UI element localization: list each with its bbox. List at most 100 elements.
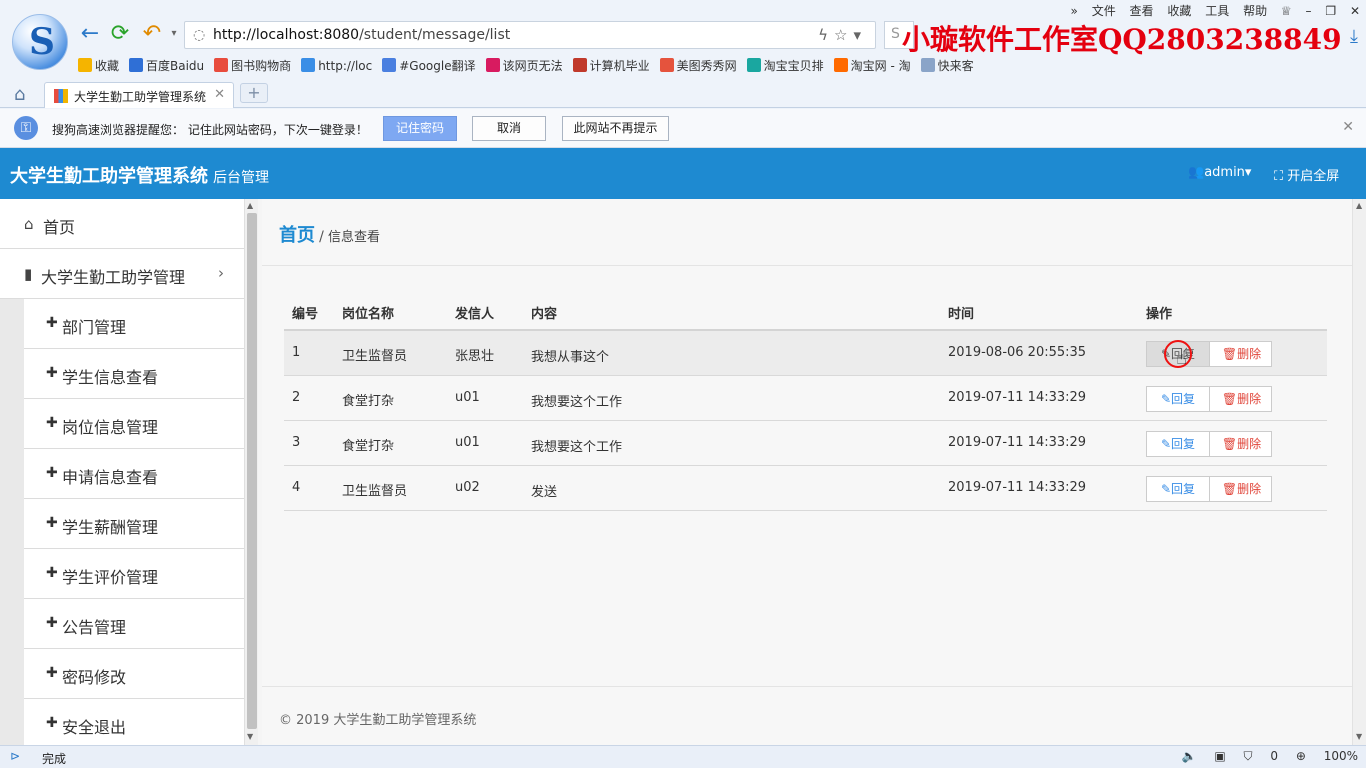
menu-file[interactable]: 文件 <box>1092 4 1116 18</box>
address-tools-icons[interactable]: ϟ☆▾ <box>818 26 867 44</box>
download-icon[interactable]: ⤓ <box>1350 26 1358 47</box>
reply-label: 回复 <box>1171 392 1196 406</box>
skin-icon[interactable]: ♕ <box>1281 4 1292 18</box>
cell-job: 卫生监督员 <box>342 484 408 499</box>
scroll-down-icon[interactable]: ▼ <box>1356 732 1362 741</box>
menu-favorites[interactable]: 收藏 <box>1167 4 1191 18</box>
undo-icon[interactable]: ↶ <box>140 22 164 46</box>
table-row: 1 卫生监督员 张思壮 我想从事这个 2019-08-06 20:55:35 ✎回复 🗑删除… <box>284 331 1327 376</box>
sidebar-subitem[interactable]: ✚ 公告管理 <box>24 599 244 649</box>
sidebar-subitem[interactable]: ✚ 部门管理 <box>24 299 244 349</box>
sogou-logo-icon[interactable]: S <box>12 14 68 70</box>
never-remind-button[interactable]: 此网站不再提示 <box>562 116 669 141</box>
table-header: 编号 岗位名称 发信人 内容 时间 操作 <box>284 296 1327 331</box>
bookmark-icon <box>572 58 587 72</box>
sidebar-subitem[interactable]: ✚ 学生薪酬管理 <box>24 499 244 549</box>
delete-button[interactable]: 🗑删除 <box>1211 477 1272 501</box>
scroll-down-icon[interactable]: ▼ <box>247 732 253 741</box>
address-bar[interactable]: ◌ http://localhost:8080/student/message/… <box>184 21 876 49</box>
puzzle-icon: ✚ <box>46 715 58 731</box>
tab-active[interactable]: 大学生勤工助学管理系统 ✕ <box>44 82 234 108</box>
reply-button[interactable]: ✎回复 <box>1147 432 1210 456</box>
delete-button[interactable]: 🗑删除 <box>1211 342 1272 366</box>
chevron-right-icon: › <box>218 264 224 282</box>
adblock-icon[interactable]: ⛉ 0 <box>1244 749 1278 763</box>
new-tab-button[interactable]: + <box>240 83 268 103</box>
footer-divider <box>262 686 1352 687</box>
status-right: 🔈 ▣ ⛉ 0 ⊕ 100% <box>1168 749 1358 764</box>
home-icon[interactable]: ⌂ <box>14 84 25 105</box>
page-scrollbar[interactable]: ▲ ▼ <box>1352 199 1366 745</box>
chevron-down-icon[interactable]: ▾ <box>162 22 186 46</box>
menu-more[interactable]: » <box>1071 4 1078 18</box>
hand-cursor-icon: ☝ <box>1176 348 1187 369</box>
reply-button[interactable]: ✎回复 <box>1147 477 1210 501</box>
restore-icon[interactable]: ❐ <box>1325 4 1336 18</box>
minimize-icon[interactable]: – <box>1306 4 1312 18</box>
bookmark-label: 快来客 <box>937 59 974 73</box>
close-window-icon[interactable]: ✕ <box>1350 4 1360 18</box>
bookmark-item[interactable]: 美图秀秀网 <box>659 57 737 74</box>
cell-time: 2019-07-11 14:33:29 <box>948 435 1087 450</box>
sidebar-subitem[interactable]: ✚ 密码修改 <box>24 649 244 699</box>
delete-button[interactable]: 🗑删除 <box>1211 387 1272 411</box>
bookmark-item[interactable]: 收藏 <box>78 57 119 74</box>
bookmark-item[interactable]: 百度Baidu <box>129 57 204 74</box>
message-table: 编号 岗位名称 发信人 内容 时间 操作 1 卫生监督员 张思壮 我想从事这个 2019… <box>284 296 1327 511</box>
menu-help[interactable]: 帮助 <box>1243 4 1267 18</box>
refresh-icon[interactable]: ⟳ <box>108 22 132 46</box>
trash-icon: 🗑 <box>1221 392 1238 406</box>
sidebar-group-management[interactable]: ▮ 大学生勤工助学管理 › <box>0 249 244 299</box>
bookmark-item[interactable]: 计算机毕业 <box>572 57 650 74</box>
close-notify-icon[interactable]: ✕ <box>1342 119 1354 135</box>
scroll-thumb[interactable] <box>247 213 257 729</box>
zoom-control[interactable]: ⊕ 100% <box>1296 749 1358 763</box>
browser-menu: » 文件 查看 收藏 工具 帮助 ♕ – ❐ ✕ <box>1061 2 1360 19</box>
cell-sender: u01 <box>455 435 480 450</box>
sidebar-subitem[interactable]: ✚ 学生评价管理 <box>24 549 244 599</box>
user-name: admin <box>1204 165 1245 180</box>
bookmark-item[interactable]: http://loc <box>301 58 372 73</box>
address-url[interactable]: http://localhost:8080/student/message/li… <box>213 27 510 43</box>
bookmark-item[interactable]: 该网页无法 <box>485 57 563 74</box>
bookmark-item[interactable]: #Google翻译 <box>382 57 476 74</box>
sidebar-scrollbar[interactable]: ▲ ▼ <box>244 199 258 745</box>
tab-close-icon[interactable]: ✕ <box>214 87 225 102</box>
volume-icon[interactable]: 🔈 <box>1182 749 1197 763</box>
sidebar-item-home[interactable]: ⌂ 首页 <box>0 199 244 249</box>
reply-button[interactable]: ✎回复 <box>1147 387 1210 411</box>
delete-button[interactable]: 🗑删除 <box>1211 432 1272 456</box>
sidebar-subitem[interactable]: ✚ 学生信息查看 <box>24 349 244 399</box>
security-shield-icon: ◌ <box>193 27 206 43</box>
sidebar-toggle-icon[interactable]: ⊳ <box>10 749 20 763</box>
sidebar-subitem[interactable]: ✚ 申请信息查看 <box>24 449 244 499</box>
sidebar-item-label: 首页 <box>43 218 76 237</box>
bookmark-item[interactable]: 淘宝宝贝排 <box>746 57 824 74</box>
remember-password-button[interactable]: 记住密码 <box>383 116 457 141</box>
screenshot-icon[interactable]: ▣ <box>1214 749 1225 763</box>
scroll-up-icon[interactable]: ▲ <box>247 201 253 210</box>
cancel-button[interactable]: 取消 <box>472 116 546 141</box>
app-subtitle: 后台管理 <box>213 170 269 186</box>
bookmark-item[interactable]: 淘宝网 - 淘 <box>833 57 911 74</box>
bookmark-item[interactable]: 图书购物商 <box>214 57 291 74</box>
bookmark-label: http://loc <box>318 59 373 73</box>
puzzle-icon: ✚ <box>46 565 58 581</box>
users-icon: 👥 <box>1188 165 1205 180</box>
scroll-up-icon[interactable]: ▲ <box>1356 201 1362 210</box>
menu-tools[interactable]: 工具 <box>1205 4 1229 18</box>
divider <box>262 265 1352 266</box>
col-job: 岗位名称 <box>342 307 395 322</box>
back-icon[interactable]: ← <box>78 22 102 46</box>
bookmark-icon <box>746 58 761 72</box>
bookmark-item[interactable]: 快来客 <box>920 57 974 74</box>
fullscreen-button[interactable]: ⛶ 开启全屏 <box>1274 165 1339 184</box>
breadcrumb-home[interactable]: 首页 <box>279 225 315 246</box>
col-actions: 操作 <box>1146 307 1173 322</box>
bookmark-icon <box>301 58 316 72</box>
sidebar-subitem[interactable]: ✚ 岗位信息管理 <box>24 399 244 449</box>
user-menu[interactable]: 👥admin▾ <box>1188 165 1251 180</box>
delete-label: 删除 <box>1237 347 1262 361</box>
menu-view[interactable]: 查看 <box>1130 4 1154 18</box>
sidebar-subitem[interactable]: ✚ 安全退出 <box>24 699 244 749</box>
